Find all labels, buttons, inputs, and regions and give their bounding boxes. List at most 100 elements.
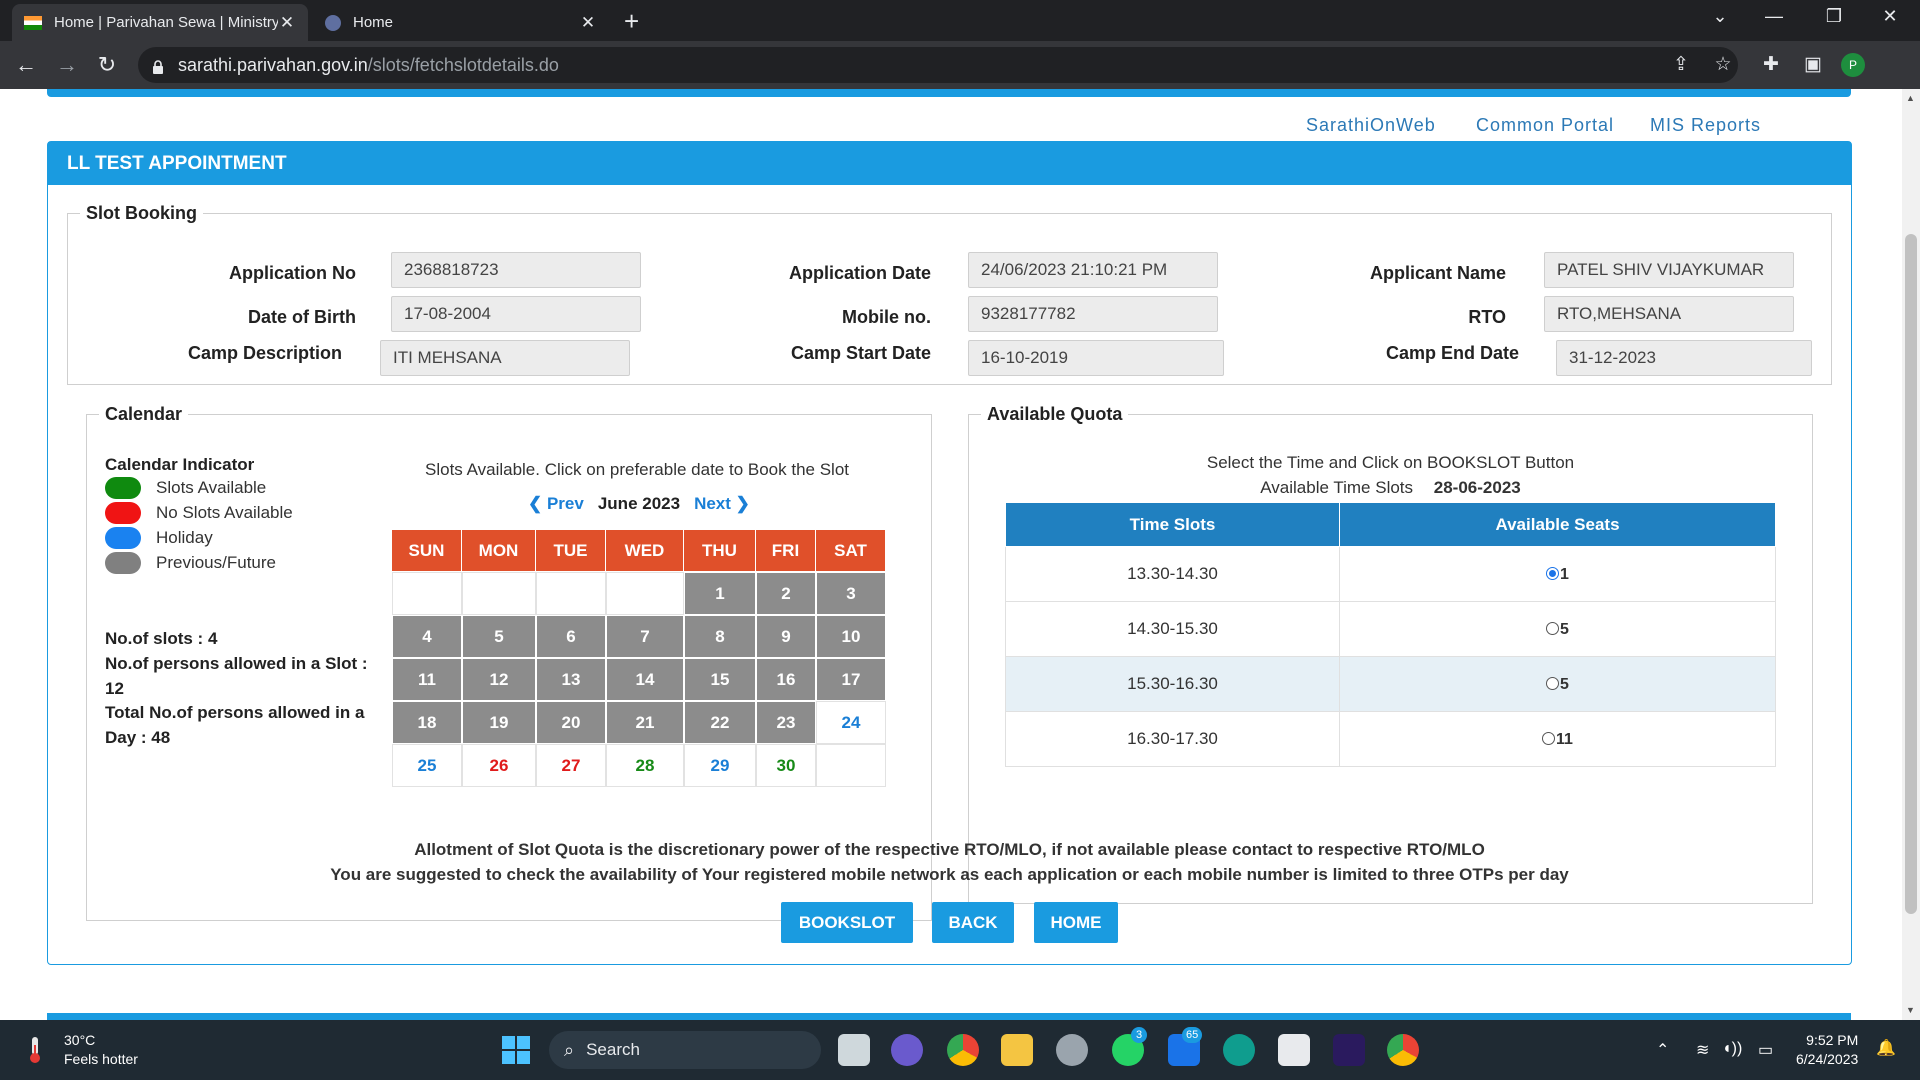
camp-description-field[interactable]: ITI MEHSANA	[380, 340, 630, 376]
link-sarathionweb[interactable]: SarathiOnWeb	[1306, 115, 1436, 136]
extensions-icon[interactable]: ✚	[1758, 53, 1784, 76]
minimize-button[interactable]: —	[1754, 6, 1794, 27]
india-flag-icon	[24, 15, 42, 30]
profile-avatar[interactable]: P	[1841, 53, 1865, 77]
calendar-day-25[interactable]: 25	[392, 744, 462, 787]
close-icon[interactable]: ✕	[278, 13, 296, 33]
seat-option[interactable]: 1	[1339, 546, 1776, 602]
new-tab-button[interactable]: +	[624, 6, 639, 37]
calendar-empty-cell	[606, 572, 684, 615]
next-month-link[interactable]: Next ❯	[694, 494, 750, 513]
wifi-icon[interactable]: ≋	[1696, 1040, 1709, 1060]
bookslot-button[interactable]: BOOKSLOT	[781, 902, 913, 943]
calendar-day-29[interactable]: 29	[684, 744, 756, 787]
time-slot-cell: 13.30-14.30	[1005, 546, 1340, 602]
otp-notice: You are suggested to check the availabil…	[330, 865, 1569, 884]
weather-widget[interactable]: 30°C Feels hotter	[24, 1031, 138, 1069]
scroll-up-icon[interactable]: ▲	[1906, 93, 1915, 103]
share-icon[interactable]: ⇪	[1668, 53, 1694, 76]
seat-option[interactable]: 5	[1339, 656, 1776, 712]
table-row: 16.30-17.30 11	[1005, 711, 1776, 767]
link-common-portal[interactable]: Common Portal	[1476, 115, 1614, 136]
home-button[interactable]: HOME	[1034, 902, 1118, 943]
seat-count: 1	[1560, 566, 1569, 583]
calendar-day-24[interactable]: 24	[816, 701, 886, 744]
month-label: June 2023	[597, 494, 681, 513]
calendar-day-14: 14	[606, 658, 684, 701]
close-window-button[interactable]: ✕	[1870, 6, 1910, 27]
close-icon[interactable]: ✕	[579, 13, 597, 33]
radio-button[interactable]	[1546, 567, 1560, 580]
volume-icon[interactable]: ◖))	[1722, 1040, 1742, 1058]
tab-title: Home	[353, 14, 394, 31]
forward-arrow-icon[interactable]: →	[53, 51, 81, 79]
indicator-no-slots: No Slots Available	[105, 502, 293, 524]
task-view-icon[interactable]	[838, 1034, 870, 1066]
settings-gear-icon[interactable]	[1056, 1034, 1088, 1066]
calendar-day-30[interactable]: 30	[756, 744, 816, 787]
premiere-pro-icon[interactable]	[1333, 1034, 1365, 1066]
link-mis-reports[interactable]: MIS Reports	[1650, 115, 1761, 136]
dob-field[interactable]: 17-08-2004	[391, 296, 641, 332]
file-explorer-icon[interactable]	[1001, 1034, 1033, 1066]
camp-end-field[interactable]: 31-12-2023	[1556, 340, 1812, 376]
radio-button[interactable]	[1542, 732, 1556, 745]
battery-icon[interactable]: ▭	[1758, 1040, 1773, 1060]
scrollbar-thumb[interactable]	[1905, 234, 1917, 914]
reload-icon[interactable]: ↻	[93, 51, 121, 79]
application-no-label: Application No	[229, 263, 356, 283]
calendar-empty-cell	[392, 572, 462, 615]
edge-icon[interactable]	[1223, 1034, 1255, 1066]
chevron-up-icon[interactable]: ⌃	[1656, 1040, 1669, 1060]
calendar-day-5: 5	[462, 615, 536, 658]
chrome-icon[interactable]	[947, 1034, 979, 1066]
application-date-field[interactable]: 24/06/2023 21:10:21 PM	[968, 252, 1218, 288]
teams-chat-icon[interactable]	[891, 1034, 923, 1066]
prev-month-link[interactable]: ❮ Prev	[528, 494, 584, 513]
application-no-field[interactable]: 2368818723	[391, 252, 641, 288]
calendar-day-17: 17	[816, 658, 886, 701]
time-slots-header: Time Slots	[1005, 502, 1340, 547]
seat-option[interactable]: 5	[1339, 601, 1776, 657]
tab-search-icon[interactable]: ⌄	[1700, 6, 1740, 27]
back-arrow-icon[interactable]: ←	[12, 51, 40, 79]
header-stripe	[47, 89, 1851, 97]
page-viewport: SarathiOnWeb Common Portal MIS Reports L…	[0, 89, 1902, 1020]
calendar-indicator-title: Calendar Indicator	[105, 455, 255, 474]
mobile-field[interactable]: 9328177782	[968, 296, 1218, 332]
camp-start-field[interactable]: 16-10-2019	[968, 340, 1224, 376]
taskbar-search[interactable]: ⌕ Search	[549, 1031, 821, 1069]
page-scrollbar[interactable]: ▲ ▼	[1902, 89, 1920, 1020]
applicant-name-field[interactable]: PATEL SHIV VIJAYKUMAR	[1544, 252, 1794, 288]
calendar-day-28[interactable]: 28	[606, 744, 684, 787]
radio-button[interactable]	[1546, 622, 1560, 635]
clock-time: 9:52 PM	[1806, 1032, 1859, 1048]
address-bar[interactable]: sarathi.parivahan.gov.in/slots/fetchslot…	[138, 47, 1738, 83]
calendar-day-22: 22	[684, 701, 756, 744]
radio-button[interactable]	[1546, 677, 1560, 690]
calendar-day-20: 20	[536, 701, 606, 744]
dob-label: Date of Birth	[248, 307, 356, 327]
bookmark-star-icon[interactable]: ☆	[1710, 53, 1736, 76]
tab-parivahan[interactable]: Home | Parivahan Sewa | Ministry of Road…	[12, 4, 308, 41]
tab-home[interactable]: Home ✕	[313, 4, 609, 41]
time-slot-cell: 14.30-15.30	[1005, 601, 1340, 657]
search-icon: ⌕	[564, 1039, 575, 1060]
url-path: /slots/fetchslotdetails.do	[367, 54, 559, 75]
calendar-day-27[interactable]: 27	[536, 744, 606, 787]
calendar-day-26[interactable]: 26	[462, 744, 536, 787]
seat-option[interactable]: 11	[1339, 711, 1776, 767]
chrome-profile-icon[interactable]	[1387, 1034, 1419, 1066]
maximize-button[interactable]: ❐	[1814, 6, 1854, 27]
store-icon[interactable]	[1278, 1034, 1310, 1066]
notifications-icon[interactable]: 🔔	[1876, 1038, 1896, 1058]
side-panel-icon[interactable]: ▣	[1800, 53, 1826, 76]
rto-field[interactable]: RTO,MEHSANA	[1544, 296, 1794, 332]
clock[interactable]: 9:52 PM 6/24/2023	[1796, 1031, 1858, 1069]
indicator-label: Previous/Future	[156, 553, 276, 572]
indicator-label: No Slots Available	[156, 503, 293, 522]
back-button[interactable]: BACK	[932, 902, 1014, 943]
scroll-down-icon[interactable]: ▼	[1906, 1005, 1915, 1015]
windows-start-icon[interactable]	[500, 1034, 532, 1066]
red-pill-icon	[105, 502, 141, 524]
